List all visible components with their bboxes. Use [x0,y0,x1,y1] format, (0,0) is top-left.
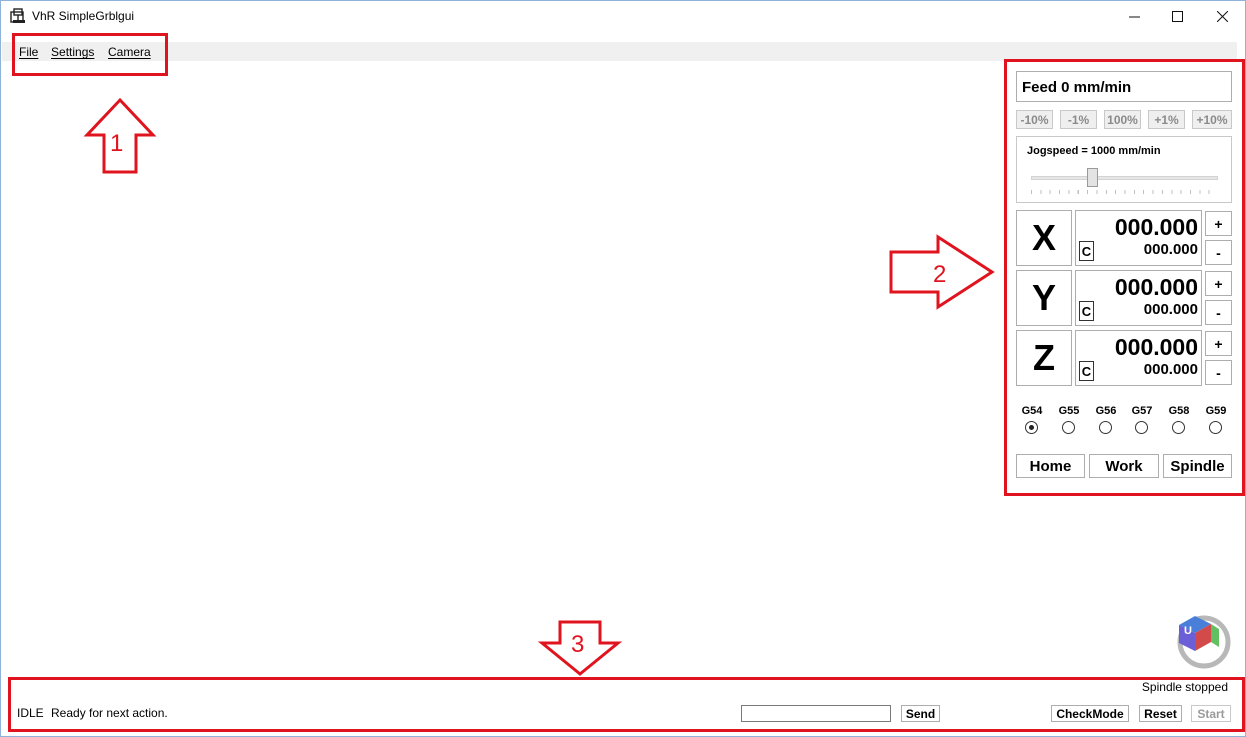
axis-x-minus-button[interactable]: - [1205,240,1232,265]
annotation-number-2: 2 [933,261,947,288]
spindle-button[interactable]: Spindle [1163,454,1232,478]
app-window: VhR SimpleGrblgui File Settings Camera 1… [0,0,1246,737]
send-button[interactable]: Send [901,705,940,722]
coord-label-g58: G58 [1168,405,1190,417]
axis-z-position: 000.000 C 000.000 [1075,330,1202,386]
title-bar: VhR SimpleGrblgui [1,1,1245,31]
axis-y-label: Y [1016,270,1072,326]
coord-label-g55: G55 [1058,405,1080,417]
override-minus-10-button[interactable]: -10% [1016,110,1053,129]
jogspeed-slider-ticks [1031,190,1218,194]
jogspeed-slider-thumb[interactable] [1087,168,1099,187]
axis-y-plus-button[interactable]: + [1205,271,1232,296]
maximize-icon [1171,10,1183,22]
axis-z-plus-button[interactable]: + [1205,331,1232,356]
close-button[interactable] [1199,1,1245,31]
close-icon [1216,10,1228,22]
reset-button[interactable]: Reset [1139,705,1182,722]
coord-label-g54: G54 [1021,405,1043,417]
app-icon [10,8,25,23]
override-plus-1-button[interactable]: +1% [1148,110,1185,129]
axis-z-label: Z [1016,330,1072,386]
axis-x-machine-value: 000.000 [1114,214,1198,240]
axis-y-work-value: 000.000 [1143,301,1198,318]
jogspeed-slider-track[interactable] [1031,176,1218,180]
machine-state: IDLE [17,706,44,720]
axis-x-label: X [1016,210,1072,266]
axis-y-minus-button[interactable]: - [1205,300,1232,325]
axis-x-position: 000.000 C 000.000 [1075,210,1202,266]
override-plus-10-button[interactable]: +10% [1192,110,1232,129]
jogspeed-label: Jogspeed = 1000 mm/min [1027,145,1161,157]
checkmode-button[interactable]: CheckMode [1051,705,1129,722]
override-minus-1-button[interactable]: -1% [1060,110,1097,129]
spindle-status: Spindle stopped [1141,680,1228,694]
feed-display: Feed 0 mm/min [1016,71,1232,102]
axis-z-clear-button[interactable]: C [1079,361,1094,381]
minimize-icon [1128,16,1140,17]
status-message: Ready for next action. [51,706,168,720]
coord-radio-g54[interactable] [1025,421,1038,434]
axis-z-minus-button[interactable]: - [1205,360,1232,385]
axis-y-machine-value: 000.000 [1114,274,1198,300]
axis-z-work-value: 000.000 [1143,361,1198,378]
cube-logo-icon: U [1177,615,1231,669]
minimize-button[interactable] [1111,1,1157,31]
coord-label-g59: G59 [1205,405,1227,417]
coord-radio-g56[interactable] [1099,421,1112,434]
axis-y-clear-button[interactable]: C [1079,301,1094,321]
axis-x-plus-button[interactable]: + [1205,211,1232,236]
axis-y-position: 000.000 C 000.000 [1075,270,1202,326]
axis-x-work-value: 000.000 [1143,241,1198,258]
coord-label-g56: G56 [1095,405,1117,417]
coord-radio-g57[interactable] [1135,421,1148,434]
annotation-number-1: 1 [110,130,124,157]
coord-label-g57: G57 [1131,405,1153,417]
axis-z-machine-value: 000.000 [1114,334,1198,360]
home-button[interactable]: Home [1016,454,1085,478]
window-title: VhR SimpleGrblgui [32,9,135,23]
jogspeed-group: Jogspeed = 1000 mm/min [1016,136,1232,203]
annotation-number-3: 3 [571,631,585,658]
axis-x-clear-button[interactable]: C [1079,241,1094,261]
annotation-box-1 [12,33,168,76]
coord-radio-g58[interactable] [1172,421,1185,434]
coord-radio-g55[interactable] [1062,421,1075,434]
work-button[interactable]: Work [1089,454,1159,478]
start-button[interactable]: Start [1191,705,1231,722]
coord-radio-g59[interactable] [1209,421,1222,434]
command-input[interactable] [741,705,891,722]
maximize-button[interactable] [1154,1,1200,31]
logo-letter: U [1184,625,1192,637]
override-100-button[interactable]: 100% [1104,110,1141,129]
